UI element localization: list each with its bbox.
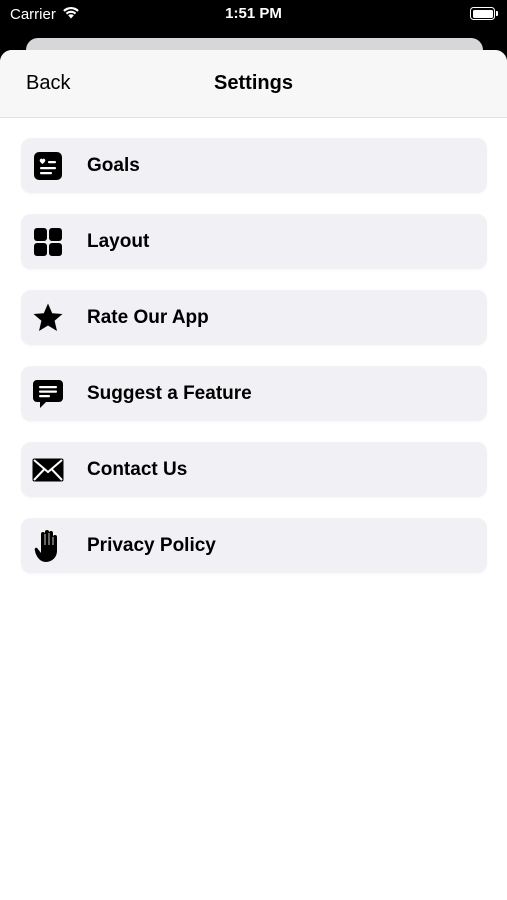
status-time: 1:51 PM	[225, 5, 282, 22]
settings-item-label: Privacy Policy	[87, 534, 216, 556]
grid-icon	[32, 226, 64, 258]
envelope-icon	[32, 454, 64, 486]
hand-icon	[32, 529, 64, 562]
settings-item-label: Suggest a Feature	[87, 382, 252, 404]
page-title: Settings	[214, 72, 293, 94]
chat-bubble-icon	[32, 378, 64, 410]
goals-card-icon	[32, 150, 64, 182]
settings-item-privacy-policy[interactable]: Privacy Policy	[21, 518, 487, 573]
status-bar: Carrier 1:51 PM	[0, 0, 507, 30]
settings-item-label: Layout	[87, 230, 150, 252]
settings-item-suggest-a-feature[interactable]: Suggest a Feature	[21, 366, 487, 421]
settings-item-label: Rate Our App	[87, 306, 209, 328]
settings-list: Goals Layout Rate Our App Suggest a Feat…	[0, 118, 507, 573]
battery-icon	[470, 7, 498, 20]
navigation-bar: Back Settings	[0, 50, 507, 118]
settings-sheet: Back Settings Goals Layout Rate Our App …	[0, 50, 507, 900]
star-icon	[32, 302, 64, 334]
settings-item-layout[interactable]: Layout	[21, 214, 487, 269]
settings-item-label: Contact Us	[87, 458, 188, 480]
settings-item-contact-us[interactable]: Contact Us	[21, 442, 487, 497]
settings-item-rate-our-app[interactable]: Rate Our App	[21, 290, 487, 345]
settings-item-label: Goals	[87, 154, 140, 176]
settings-item-goals[interactable]: Goals	[21, 138, 487, 193]
